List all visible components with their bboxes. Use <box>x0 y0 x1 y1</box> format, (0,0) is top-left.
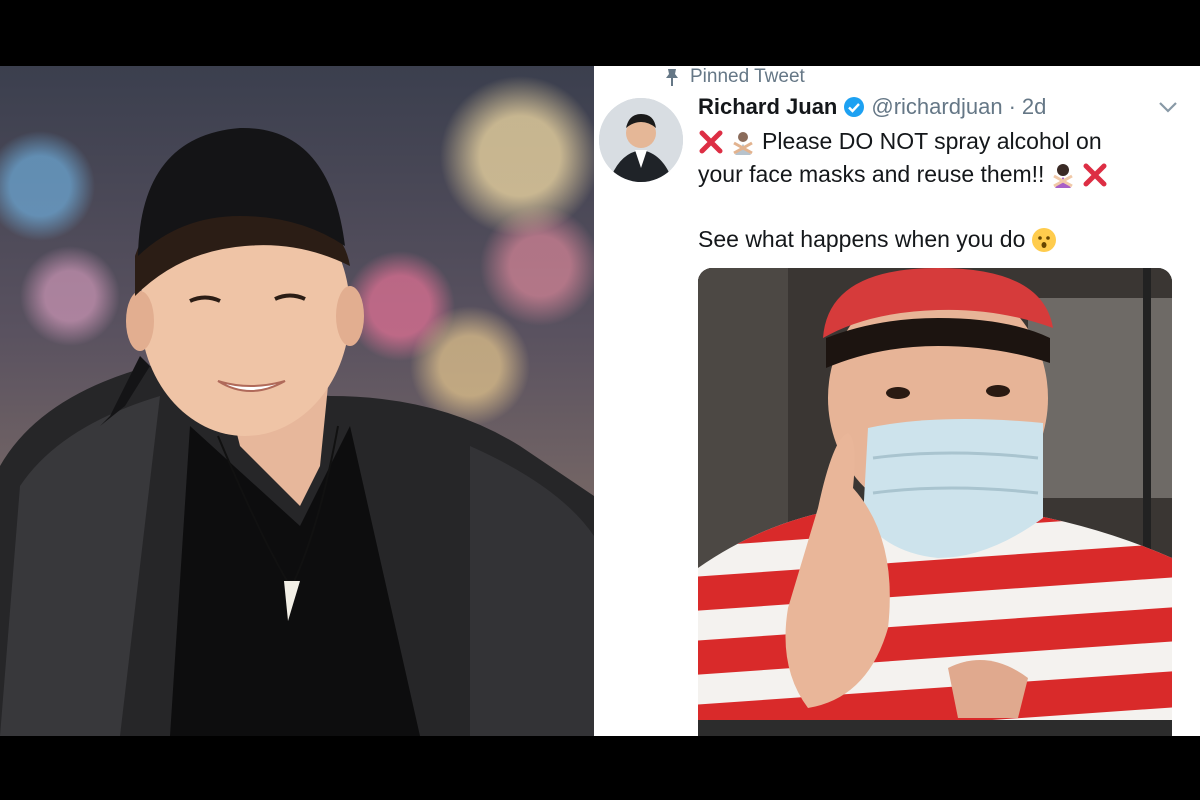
chevron-down-icon[interactable] <box>1158 100 1178 114</box>
verified-icon <box>844 97 865 117</box>
tweet-text-3: See what happens when you do <box>698 226 1026 252</box>
tweet-text-line-3: See what happens when you do <box>698 226 1057 253</box>
tweet-timestamp[interactable]: 2d <box>1022 94 1046 120</box>
cross-mark-icon <box>1083 163 1107 186</box>
video-still-masked-man <box>698 268 1172 736</box>
tweet-text-1: Please DO NOT spray alcohol on <box>762 128 1102 154</box>
person-gesturing-no-icon <box>733 131 753 155</box>
image-frame: Pinned Tweet Richard Juan @richardjuan ·… <box>0 66 1200 736</box>
man-in-cap-illustration <box>0 127 594 736</box>
hushed-face-icon <box>1032 227 1057 252</box>
avatar-image <box>599 98 683 182</box>
tweet-card[interactable]: Pinned Tweet Richard Juan @richardjuan ·… <box>594 66 1200 736</box>
user-handle[interactable]: @richardjuan <box>871 94 1002 120</box>
separator-dot: · <box>1008 94 1016 119</box>
tweet-header: Richard Juan @richardjuan · 2d <box>698 94 1046 120</box>
woman-gesturing-no-icon <box>1053 163 1074 188</box>
pin-icon <box>666 69 678 86</box>
tweet-text-2: your face masks and reuse them!! <box>698 161 1045 187</box>
pinned-label: Pinned Tweet <box>690 66 805 87</box>
cross-mark-icon <box>699 130 723 153</box>
pinned-indicator: Pinned Tweet <box>664 66 805 88</box>
user-name[interactable]: Richard Juan <box>698 94 837 120</box>
tweet-text-line-2: your face masks and reuse them!! <box>698 161 1108 188</box>
tweet-text-line-1: Please DO NOT spray alcohol on <box>698 128 1102 155</box>
tweet-video-thumbnail[interactable] <box>698 268 1172 736</box>
avatar[interactable] <box>599 98 683 182</box>
portrait-photo <box>0 66 594 736</box>
